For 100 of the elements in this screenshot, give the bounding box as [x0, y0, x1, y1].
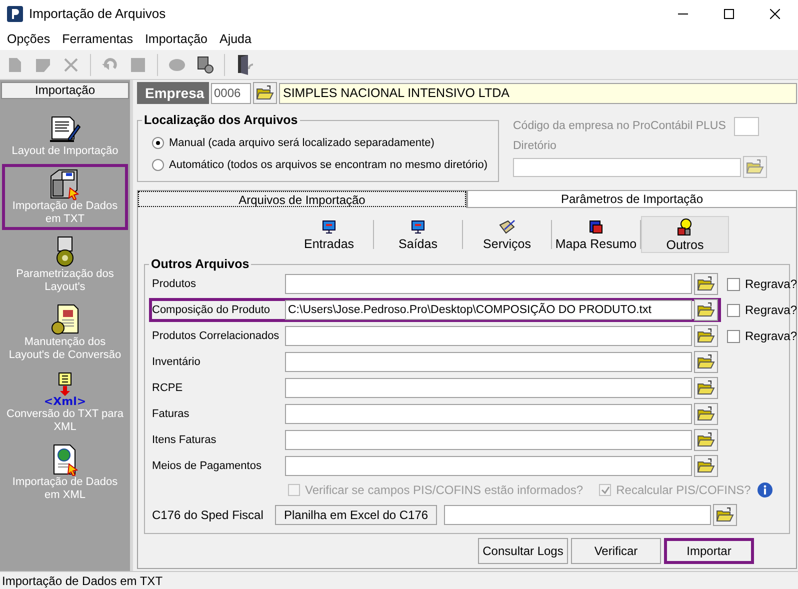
document-pen-icon: [48, 115, 82, 145]
info-icon: [756, 482, 773, 498]
folder-icon: [716, 507, 734, 523]
field-label: RCPE: [152, 380, 184, 396]
menu-item[interactable]: Ajuda: [213, 30, 258, 48]
checkbox[interactable]: [727, 304, 740, 316]
radio-button[interactable]: [152, 158, 164, 171]
monitor-icon: [410, 218, 426, 234]
browse-button[interactable]: [694, 299, 718, 321]
stop-icon: [131, 58, 145, 72]
group-title: Outros Arquivos: [149, 257, 252, 271]
regrava-option[interactable]: Regrava?: [727, 301, 798, 319]
edit-icon: [35, 56, 51, 72]
browse-button[interactable]: [253, 82, 277, 104]
sidebar-item-label: Conversão do TXT para XML: [6, 408, 124, 434]
tab[interactable]: Parâmetros de Importação: [467, 190, 797, 208]
directory-field[interactable]: [513, 158, 741, 177]
menu-item[interactable]: Ferramentas: [56, 30, 139, 48]
field-label: Diretório: [513, 139, 558, 154]
category-button[interactable]: Serviços: [463, 216, 551, 253]
checkbox[interactable]: [727, 330, 740, 342]
category-button[interactable]: Saídas: [374, 216, 462, 253]
empresa-label: Empresa: [137, 82, 209, 104]
book-icon: [588, 218, 604, 234]
menu-item[interactable]: Opções: [1, 30, 56, 48]
disk-drive-icon: [48, 168, 82, 200]
field-label: Itens Faturas: [152, 432, 218, 448]
browse-button[interactable]: [694, 429, 718, 451]
field-label: Código da empresa no ProContábil PLUS: [513, 118, 726, 134]
xml-convert-icon: [58, 372, 72, 396]
folder-icon: [697, 354, 715, 370]
browse-button[interactable]: [743, 156, 767, 178]
field-label: C176 do Sped Fiscal: [152, 507, 264, 524]
app-logo-icon: [7, 6, 23, 22]
browse-button[interactable]: [694, 455, 718, 477]
browse-button[interactable]: [694, 325, 718, 347]
regrava-option[interactable]: Regrava?: [727, 327, 798, 345]
pen-icon: [498, 218, 516, 234]
field-label: Meios de Pagamentos: [152, 458, 262, 474]
delete-icon: [64, 58, 78, 72]
folder-icon: [697, 406, 715, 422]
close-icon: [770, 9, 780, 19]
file-path-field[interactable]: [285, 326, 692, 346]
file-path-field[interactable]: [285, 352, 692, 372]
file-path-field[interactable]: [285, 274, 692, 294]
category-button[interactable]: Entradas: [285, 216, 373, 253]
file-path-field[interactable]: [285, 378, 692, 398]
folder-icon: [697, 328, 715, 344]
sidebar-title: Importação: [1, 82, 129, 99]
monitor-icon: [321, 218, 337, 234]
regrava-option[interactable]: Regrava?: [727, 275, 798, 293]
bulb-icon: [676, 218, 694, 236]
new-icon: [8, 56, 22, 72]
folder-icon: [256, 85, 274, 101]
category-button[interactable]: Mapa Resumo: [552, 216, 640, 253]
action-button[interactable]: Importar: [664, 538, 754, 564]
folder-icon: [697, 432, 715, 448]
file-path-field[interactable]: [285, 456, 692, 476]
document-gear-icon: [50, 304, 80, 336]
company-name-field[interactable]: SIMPLES NACIONAL INTENSIVO LTDA: [279, 82, 797, 104]
tab[interactable]: Arquivos de Importação: [137, 190, 467, 208]
action-button[interactable]: Verificar: [571, 538, 661, 564]
radio-option[interactable]: Automático (todos os arquivos se encontram no mesmo diretório): [152, 156, 498, 173]
company-code-field[interactable]: 0006: [211, 82, 251, 104]
sidebar-item-label: Importação de Dados em XML: [11, 476, 119, 502]
sidebar-item-label: Manutenção dos Layout's de Conversão: [8, 336, 122, 362]
sidebar-item-label: Parametrização dos Layout's: [15, 268, 115, 294]
field-label: Produtos: [152, 276, 198, 292]
menu-item[interactable]: Importação: [138, 30, 214, 48]
action-button[interactable]: Consultar Logs: [478, 538, 568, 564]
file-path-field[interactable]: [285, 430, 692, 450]
browse-button[interactable]: [713, 504, 738, 526]
field-label: Faturas: [152, 406, 190, 422]
file-path-field[interactable]: [444, 505, 712, 525]
file-path-field[interactable]: C:\Users\Jose.Pedroso.Pro\Desktop\COMPOSIÇÃO DO PRODUTO.txt: [285, 300, 692, 320]
sidebar-item-label: Importação de Dados em TXT: [11, 200, 119, 226]
exit-door-icon: [235, 54, 253, 76]
browse-button[interactable]: [694, 273, 718, 295]
exit-door-button[interactable]: [235, 54, 253, 76]
browse-button[interactable]: [694, 377, 718, 399]
sidebar-item[interactable]: <Xml> Conversão do TXT para XML: [2, 368, 128, 438]
file-path-field[interactable]: [285, 404, 692, 424]
field-label: Composição do Produto: [152, 302, 272, 318]
sidebar-item-label: Layout de Importação: [10, 145, 120, 158]
undo-icon: [102, 58, 118, 72]
maximize-icon: [724, 9, 734, 19]
browse-button[interactable]: [694, 403, 718, 425]
excel-sheet-button[interactable]: Planilha em Excel do C176: [275, 505, 438, 525]
group-title: Localização dos Arquivos: [142, 113, 300, 127]
status-text: Importação de Dados em TXT: [2, 572, 163, 589]
check-icon: [600, 486, 610, 494]
radio-button[interactable]: [152, 137, 164, 150]
procontabil-code-field[interactable]: [734, 117, 759, 136]
field-label: Produtos Correlacionados: [152, 328, 280, 344]
folder-icon: [697, 276, 715, 292]
radio-option[interactable]: Manual (cada arquivo será localizado separadamente): [152, 135, 498, 152]
browse-button[interactable]: [694, 351, 718, 373]
category-button[interactable]: Outros: [641, 216, 729, 253]
window-title: Importação de Arquivos: [29, 5, 166, 24]
checkbox[interactable]: [727, 278, 740, 290]
